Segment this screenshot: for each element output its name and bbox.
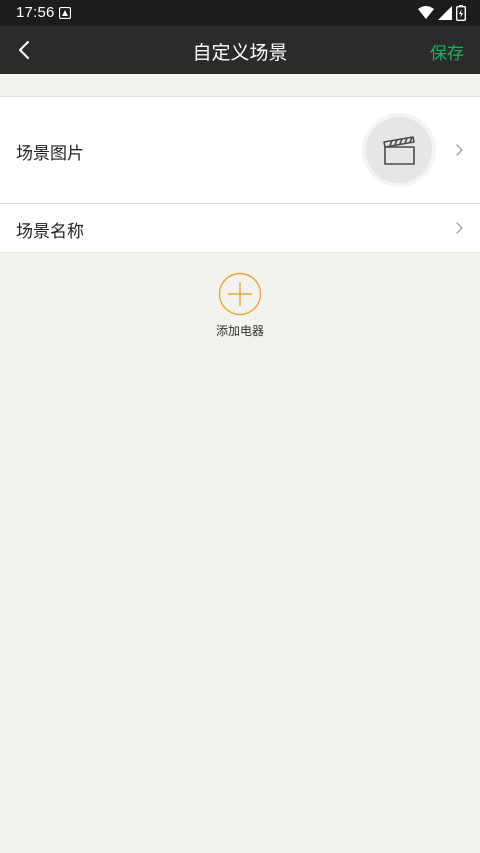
scene-image-thumbnail-inner: [366, 117, 432, 183]
scene-name-row[interactable]: 场景名称: [0, 204, 480, 252]
page-title: 自定义场景: [192, 42, 288, 64]
scene-name-label: 场景名称: [16, 222, 84, 242]
chevron-right-icon: [456, 222, 463, 234]
app-bar: 自定义场景 保存: [0, 26, 480, 74]
scene-settings-card: 场景图片 场景名称: [0, 96, 480, 253]
plus-circle-icon: [218, 272, 262, 316]
clapperboard-icon: [383, 136, 415, 165]
scene-image-row[interactable]: 场景图片: [0, 97, 480, 203]
status-bar: 17:56: [0, 0, 480, 26]
signal-icon: [438, 6, 452, 20]
notification-icon: [59, 7, 71, 19]
chevron-right-icon: [456, 144, 463, 156]
add-device-button[interactable]: 添加电器: [200, 272, 280, 342]
status-time: 17:56: [16, 4, 55, 21]
wifi-icon: [418, 6, 434, 19]
add-device-label: 添加电器: [215, 324, 264, 338]
battery-icon: [456, 5, 466, 21]
scene-image-label: 场景图片: [16, 144, 84, 164]
scene-image-thumbnail[interactable]: [362, 113, 436, 187]
save-button[interactable]: 保存: [430, 39, 464, 64]
status-icons: [418, 5, 466, 21]
